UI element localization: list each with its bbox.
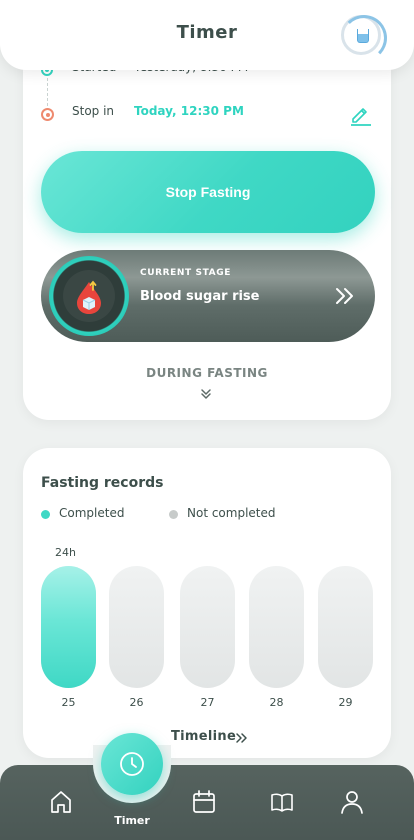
fasting-records-card: Fasting records Completed Not completed … bbox=[23, 448, 391, 758]
record-bar-28[interactable] bbox=[249, 566, 304, 688]
legend-not-completed-dot bbox=[169, 510, 178, 519]
record-bar-27[interactable] bbox=[180, 566, 235, 688]
day-label-26: 26 bbox=[129, 696, 144, 709]
day-label-25: 25 bbox=[61, 696, 76, 709]
fasting-status-card: Started Yesterday, 8:30 PM Stop in Today… bbox=[23, 40, 391, 420]
timeline-connector bbox=[47, 78, 48, 106]
book-icon[interactable] bbox=[270, 789, 294, 815]
tab-timer[interactable] bbox=[101, 733, 163, 795]
user-icon[interactable] bbox=[340, 789, 364, 815]
timeline-link[interactable]: Timeline bbox=[171, 729, 236, 744]
home-icon[interactable] bbox=[49, 789, 73, 815]
water-cup-icon[interactable] bbox=[341, 15, 387, 61]
tab-timer-label[interactable]: Timer bbox=[104, 814, 160, 827]
stop-label: Stop in bbox=[72, 104, 115, 118]
stage-progress-ring bbox=[49, 256, 129, 336]
record-bar-fill-25 bbox=[41, 566, 96, 688]
app-header: Timer bbox=[0, 0, 414, 70]
double-chevron-right-icon bbox=[336, 288, 353, 304]
y-axis-label: 24h bbox=[55, 546, 76, 559]
edit-pencil-icon[interactable] bbox=[348, 102, 372, 126]
calendar-icon[interactable] bbox=[192, 789, 216, 815]
legend-completed-label: Completed bbox=[59, 506, 125, 520]
during-fasting-label[interactable]: DURING FASTING bbox=[23, 366, 391, 380]
double-chevron-down-icon[interactable] bbox=[199, 387, 213, 401]
clock-icon bbox=[120, 752, 144, 776]
records-title: Fasting records bbox=[41, 475, 164, 491]
double-chevron-right-icon[interactable] bbox=[235, 731, 249, 745]
current-stage-card[interactable]: CURRENT STAGE Blood sugar rise bbox=[41, 250, 375, 342]
stop-value: Today, 12:30 PM bbox=[134, 104, 244, 118]
stage-name: Blood sugar rise bbox=[140, 289, 260, 304]
legend-not-completed-label: Not completed bbox=[187, 506, 276, 520]
stop-dot-icon bbox=[41, 108, 54, 121]
record-bar-29[interactable] bbox=[318, 566, 373, 688]
stop-fasting-button[interactable]: Stop Fasting bbox=[41, 151, 375, 233]
stage-caption: CURRENT STAGE bbox=[140, 268, 231, 278]
blood-drop-sugar-icon bbox=[77, 280, 101, 314]
day-label-29: 29 bbox=[338, 696, 353, 709]
record-bar-25[interactable] bbox=[41, 566, 96, 688]
legend-completed-dot bbox=[41, 510, 50, 519]
stop-row: Stop in Today, 12:30 PM bbox=[23, 102, 391, 126]
day-label-28: 28 bbox=[269, 696, 284, 709]
day-label-27: 27 bbox=[200, 696, 215, 709]
record-bar-26[interactable] bbox=[109, 566, 164, 688]
